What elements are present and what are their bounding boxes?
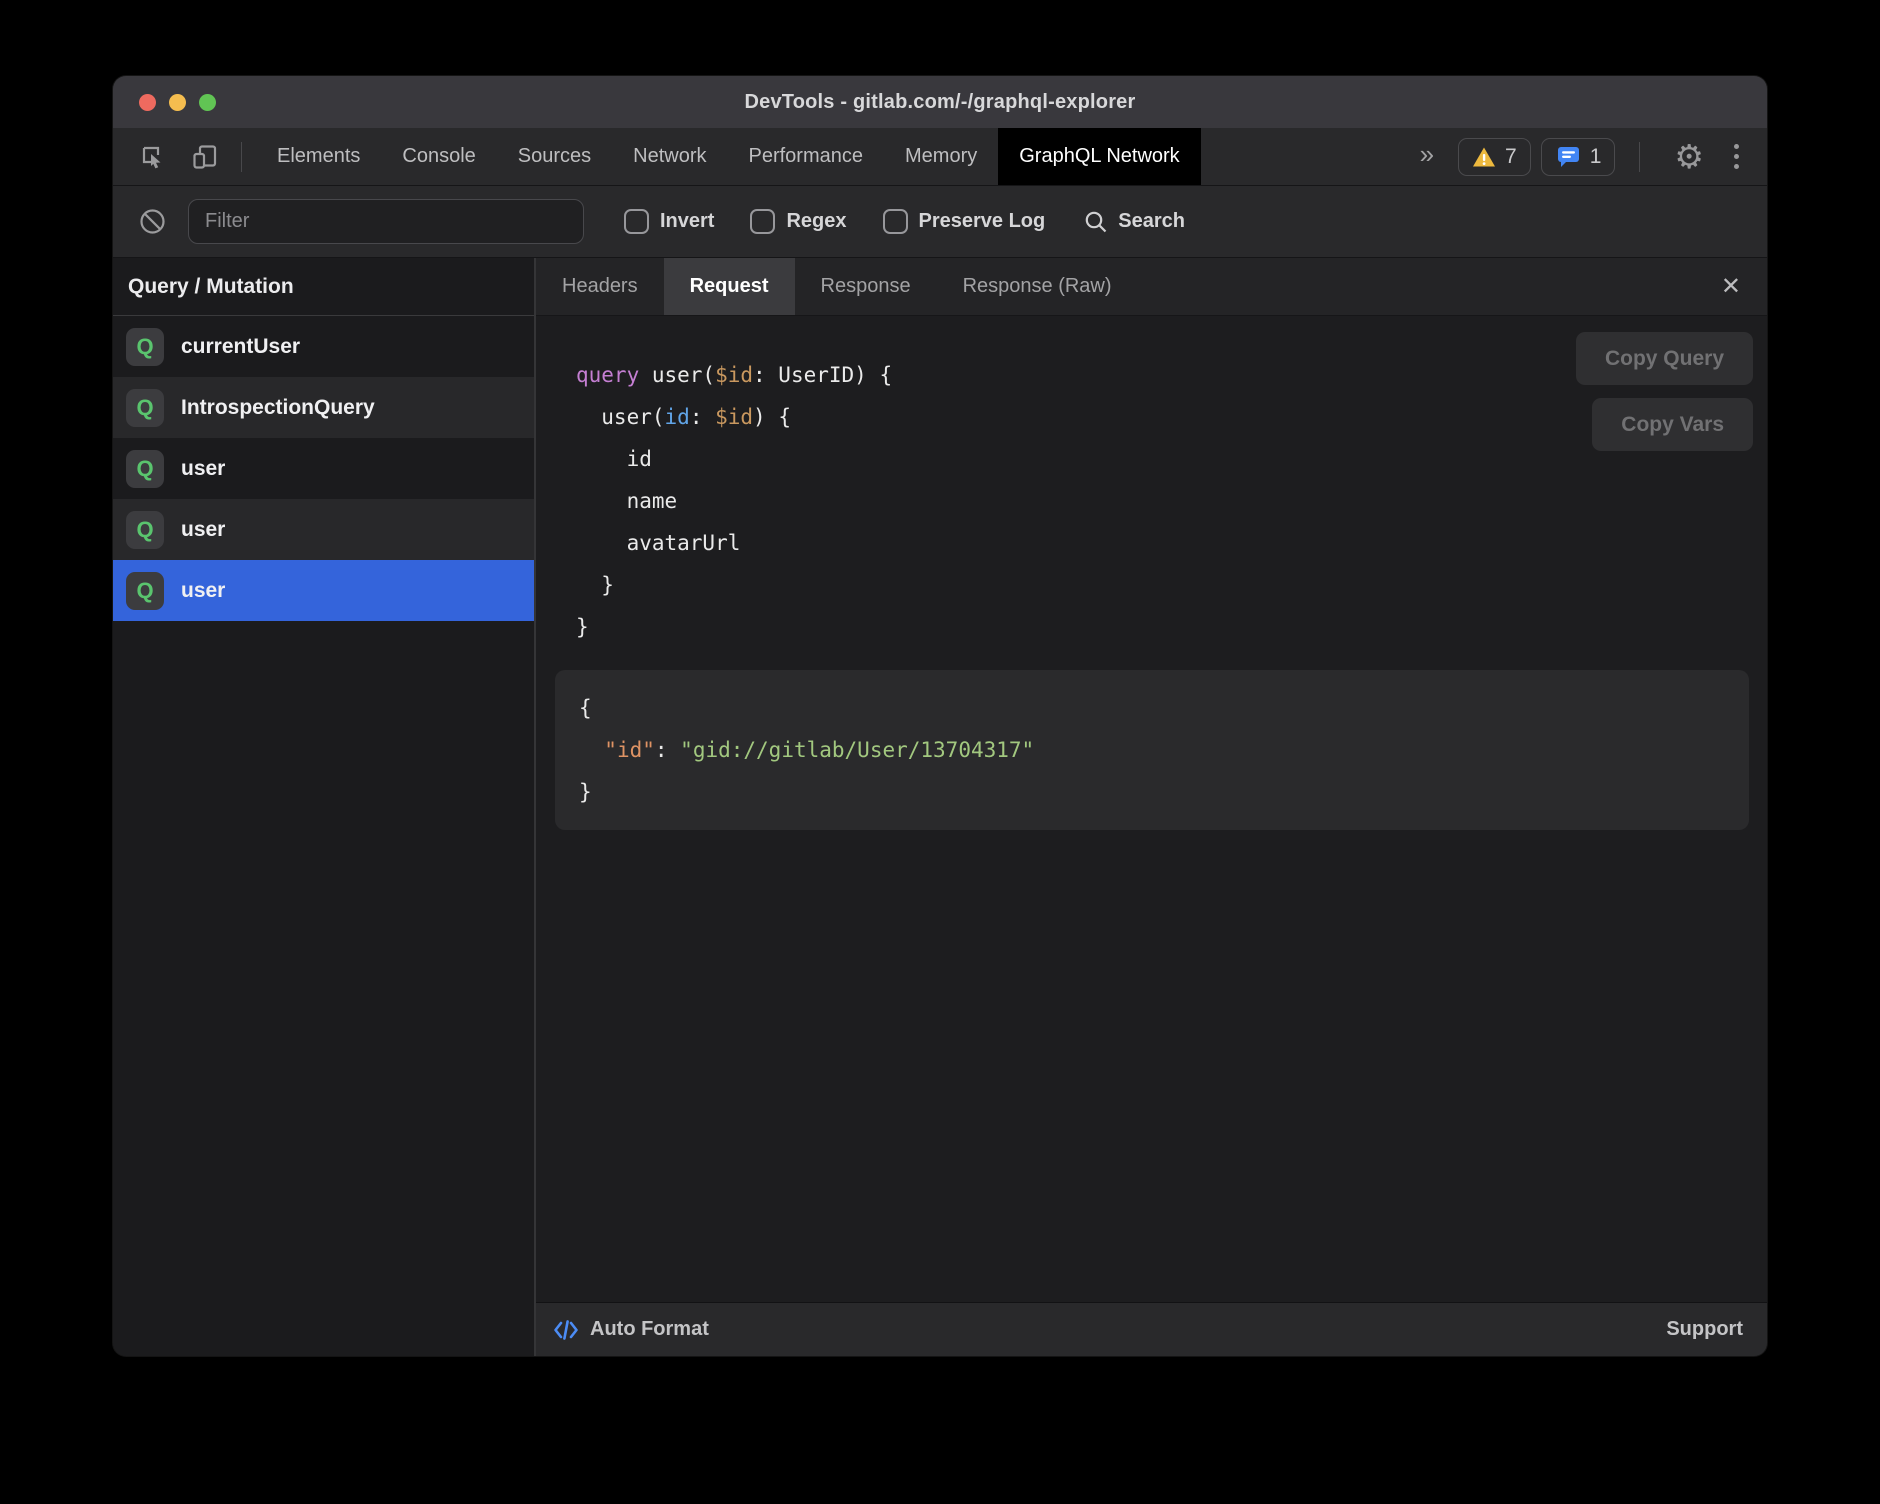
query-type-badge: Q [126, 511, 164, 549]
window-title: DevTools - gitlab.com/-/graphql-explorer [744, 91, 1135, 114]
filter-checkbox[interactable]: Preserve Log [883, 209, 1046, 234]
query-list: Q currentUser Q IntrospectionQuery Q use… [113, 316, 534, 621]
issues-count: 1 [1590, 145, 1602, 169]
panel-tab[interactable]: Memory [884, 128, 998, 185]
inspect-element-icon[interactable] [139, 143, 167, 171]
copy-vars-button[interactable]: Copy Vars [1592, 398, 1753, 451]
request-variables-code: { "id": "gid://gitlab/User/13704317"} [579, 687, 1725, 813]
panel-tabs: Elements Console Sources Network Perform… [256, 128, 1201, 185]
settings-gear-icon[interactable]: ⚙ [1664, 140, 1714, 173]
query-name: user [181, 457, 225, 481]
checkbox-label: Regex [786, 210, 846, 233]
query-type-badge: Q [126, 389, 164, 427]
title-bar: DevTools - gitlab.com/-/graphql-explorer [113, 76, 1767, 128]
query-list-item[interactable]: Q IntrospectionQuery [113, 377, 534, 438]
toolbar-right-separator [1639, 142, 1640, 172]
zoom-window-button[interactable] [199, 94, 216, 111]
query-type-badge: Q [126, 328, 164, 366]
detail-tab[interactable]: Response [795, 258, 937, 315]
more-tabs-chevron-icon[interactable]: » [1414, 139, 1448, 174]
panel-tab[interactable]: Performance [728, 128, 885, 185]
detail-tabs: Headers Request Response Response (Raw) … [536, 258, 1767, 316]
panel-tab[interactable]: Elements [256, 128, 381, 185]
panel-tab[interactable]: Sources [497, 128, 612, 185]
issues-badge[interactable]: 1 [1541, 138, 1616, 176]
network-filter-bar: Invert Regex Preserve Log S [113, 186, 1767, 258]
checkbox-icon [624, 209, 649, 234]
warning-count: 7 [1505, 145, 1517, 169]
filter-checkbox[interactable]: Regex [750, 209, 846, 234]
checkbox-icon [883, 209, 908, 234]
filter-input[interactable] [188, 199, 584, 244]
warnings-badge[interactable]: 7 [1458, 138, 1531, 176]
more-options-kebab-icon[interactable] [1724, 144, 1749, 169]
close-window-button[interactable] [139, 94, 156, 111]
toolbar-left-icons [113, 128, 227, 185]
minimize-window-button[interactable] [169, 94, 186, 111]
content-area: Query / Mutation Q currentUser Q Introsp… [113, 258, 1767, 1356]
checkbox-label: Preserve Log [919, 210, 1046, 233]
query-name: user [181, 518, 225, 542]
panel-tab[interactable]: Network [612, 128, 727, 185]
query-name: currentUser [181, 335, 300, 359]
devtools-toolbar: Elements Console Sources Network Perform… [113, 128, 1767, 186]
detail-panel: Headers Request Response Response (Raw) … [534, 258, 1767, 1356]
query-name: IntrospectionQuery [181, 396, 375, 420]
detail-tab[interactable]: Headers [536, 258, 664, 315]
filter-checkboxes: Invert Regex Preserve Log [624, 209, 1045, 234]
close-panel-icon[interactable]: ✕ [1721, 258, 1767, 315]
query-list-item[interactable]: Q currentUser [113, 316, 534, 377]
query-list-sidebar: Query / Mutation Q currentUser Q Introsp… [113, 258, 534, 1356]
search-label: Search [1118, 210, 1185, 233]
query-type-badge: Q [126, 572, 164, 610]
auto-format-button[interactable]: Auto Format [552, 1317, 709, 1343]
request-detail-body: query user($id: UserID) { user(id: $id) … [536, 316, 1767, 1302]
block-clear-icon[interactable] [139, 208, 166, 235]
copy-query-button[interactable]: Copy Query [1576, 332, 1753, 385]
checkbox-icon [750, 209, 775, 234]
search-icon [1083, 209, 1109, 235]
device-toolbar-icon[interactable] [191, 143, 219, 171]
query-list-item[interactable]: Q user [113, 560, 534, 621]
detail-tab[interactable]: Response (Raw) [937, 258, 1138, 315]
query-list-item[interactable]: Q user [113, 438, 534, 499]
toolbar-right: » 7 [1414, 128, 1767, 185]
devtools-window: DevTools - gitlab.com/-/graphql-explorer [113, 76, 1767, 1356]
query-type-badge: Q [126, 450, 164, 488]
request-variables-box: { "id": "gid://gitlab/User/13704317"} [555, 670, 1749, 830]
toolbar-separator [241, 142, 242, 172]
panel-tab[interactable]: Console [381, 128, 496, 185]
checkbox-label: Invert [660, 210, 714, 233]
query-list-item[interactable]: Q user [113, 499, 534, 560]
panel-tab[interactable]: GraphQL Network [998, 128, 1200, 185]
copy-buttons: Copy Query Copy Vars [1576, 332, 1753, 451]
query-name: user [181, 579, 225, 603]
detail-tab[interactable]: Request [664, 258, 795, 315]
support-link[interactable]: Support [1666, 1318, 1743, 1341]
code-brackets-icon [552, 1317, 580, 1343]
traffic-lights [139, 76, 216, 128]
message-icon [1555, 145, 1581, 169]
auto-format-label: Auto Format [590, 1318, 709, 1341]
sidebar-header: Query / Mutation [113, 258, 534, 316]
search-control[interactable]: Search [1083, 209, 1185, 235]
detail-footer: Auto Format Support [536, 1302, 1767, 1356]
filter-checkbox[interactable]: Invert [624, 209, 714, 234]
warning-icon [1472, 146, 1496, 168]
